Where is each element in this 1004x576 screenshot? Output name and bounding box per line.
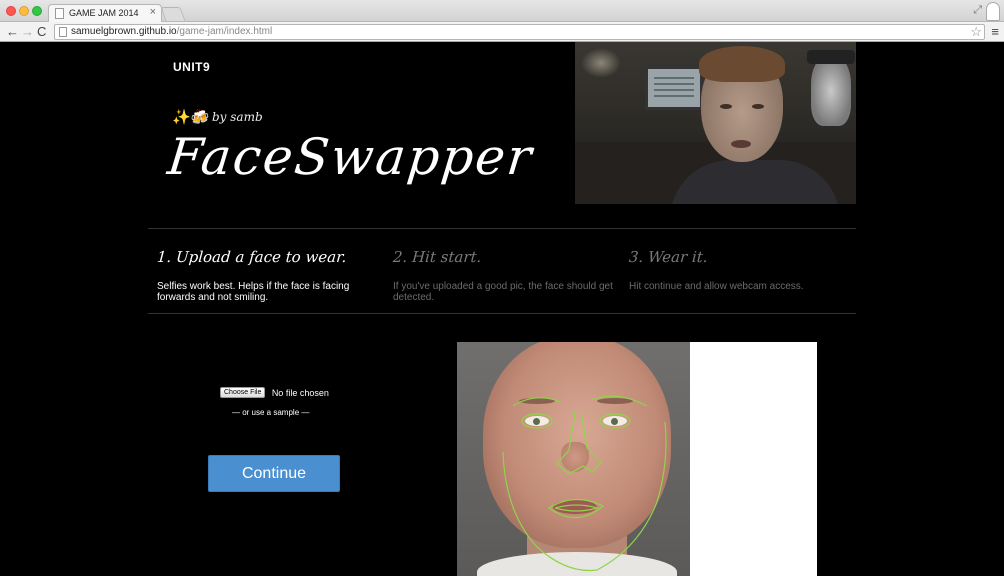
browser-tab-bar: GAME JAM 2014 × ⤢ xyxy=(0,0,1004,22)
choose-file-button[interactable]: Choose File xyxy=(220,387,266,399)
back-arrow-icon[interactable]: ← xyxy=(6,23,19,41)
new-tab-button[interactable] xyxy=(160,7,186,21)
step-description: Selfies work best. Helps if the face is … xyxy=(157,281,350,303)
divider-top xyxy=(148,228,856,229)
page-icon xyxy=(59,27,67,37)
step-heading: 3. Wear it. xyxy=(628,248,709,266)
skull-decoration xyxy=(811,56,851,126)
file-status-text: No file chosen xyxy=(271,387,329,398)
user-mouth xyxy=(731,140,751,148)
profile-icon[interactable] xyxy=(986,2,1000,21)
menu-icon[interactable]: ≡ xyxy=(991,24,999,39)
webcam-preview xyxy=(575,42,856,204)
left-brow-outline xyxy=(512,397,562,407)
minimize-window-button[interactable] xyxy=(19,6,29,16)
face-preview-panel xyxy=(457,342,817,576)
url-path: /game-jam/index.html xyxy=(176,26,273,37)
continue-button[interactable]: Continue xyxy=(208,455,340,492)
address-bar[interactable]: samuelgbrown.github.io/game-jam/index.ht… xyxy=(54,24,985,40)
tab-title: GAME JAM 2014 xyxy=(69,8,139,18)
step-heading: 1. Upload a face to wear. xyxy=(156,248,348,266)
step-wear: 3. Wear it. Hit continue and allow webca… xyxy=(628,248,849,292)
use-sample-link[interactable]: — or use a sample — xyxy=(232,408,309,417)
sparkles-beer-emoji: ✨🍻 xyxy=(172,109,210,126)
step-start: 2. Hit start. If you've uploaded a good … xyxy=(392,248,613,303)
inner-lip-outline xyxy=(554,504,600,512)
unit9-logo[interactable]: UNIT9 xyxy=(173,60,210,74)
left-eye-outline xyxy=(521,413,553,429)
right-brow-outline xyxy=(590,395,648,407)
user-hair xyxy=(699,46,785,82)
browser-toolbar: ← → C samuelgbrown.github.io/game-jam/in… xyxy=(0,22,1004,42)
step-upload: 1. Upload a face to wear. Selfies work b… xyxy=(156,248,377,303)
step-description: If you've uploaded a good pic, the face … xyxy=(393,281,613,303)
url-host: samuelgbrown.github.io xyxy=(71,26,177,37)
reload-icon[interactable]: C xyxy=(37,23,46,41)
browser-tab[interactable]: GAME JAM 2014 × xyxy=(48,4,162,22)
right-eye-outline xyxy=(599,413,631,429)
lamp-glow xyxy=(581,48,621,78)
hat-decoration xyxy=(807,50,855,64)
zoom-window-button[interactable] xyxy=(32,6,42,16)
jaw-outline xyxy=(502,421,667,572)
bookmark-star-icon[interactable]: ☆ xyxy=(970,24,982,40)
user-left-eye xyxy=(720,104,732,109)
step-description: Hit continue and allow webcam access. xyxy=(629,281,804,292)
face-tracking-overlay xyxy=(502,395,667,572)
background-monitor xyxy=(645,66,703,110)
page-title: FaceSwapper xyxy=(164,128,537,186)
user-right-eye xyxy=(752,104,764,109)
page-content: UNIT9 ✨🍻 by samb FaceSwapper 1. Upload a… xyxy=(0,42,1004,576)
uploaded-face-photo xyxy=(457,342,690,576)
nose-outline xyxy=(556,411,602,475)
forward-arrow-icon[interactable]: → xyxy=(21,23,34,41)
url-text[interactable]: samuelgbrown.github.io/game-jam/index.ht… xyxy=(71,26,272,37)
divider-bottom xyxy=(148,313,856,314)
step-heading: 2. Hit start. xyxy=(392,248,483,266)
file-upload-row: Choose File No file chosen xyxy=(220,384,329,402)
byline: by samb xyxy=(212,110,263,124)
page-icon xyxy=(55,8,64,19)
tab-close-icon[interactable]: × xyxy=(150,6,156,18)
close-window-button[interactable] xyxy=(6,6,16,16)
fullscreen-icon[interactable]: ⤢ xyxy=(973,4,982,17)
